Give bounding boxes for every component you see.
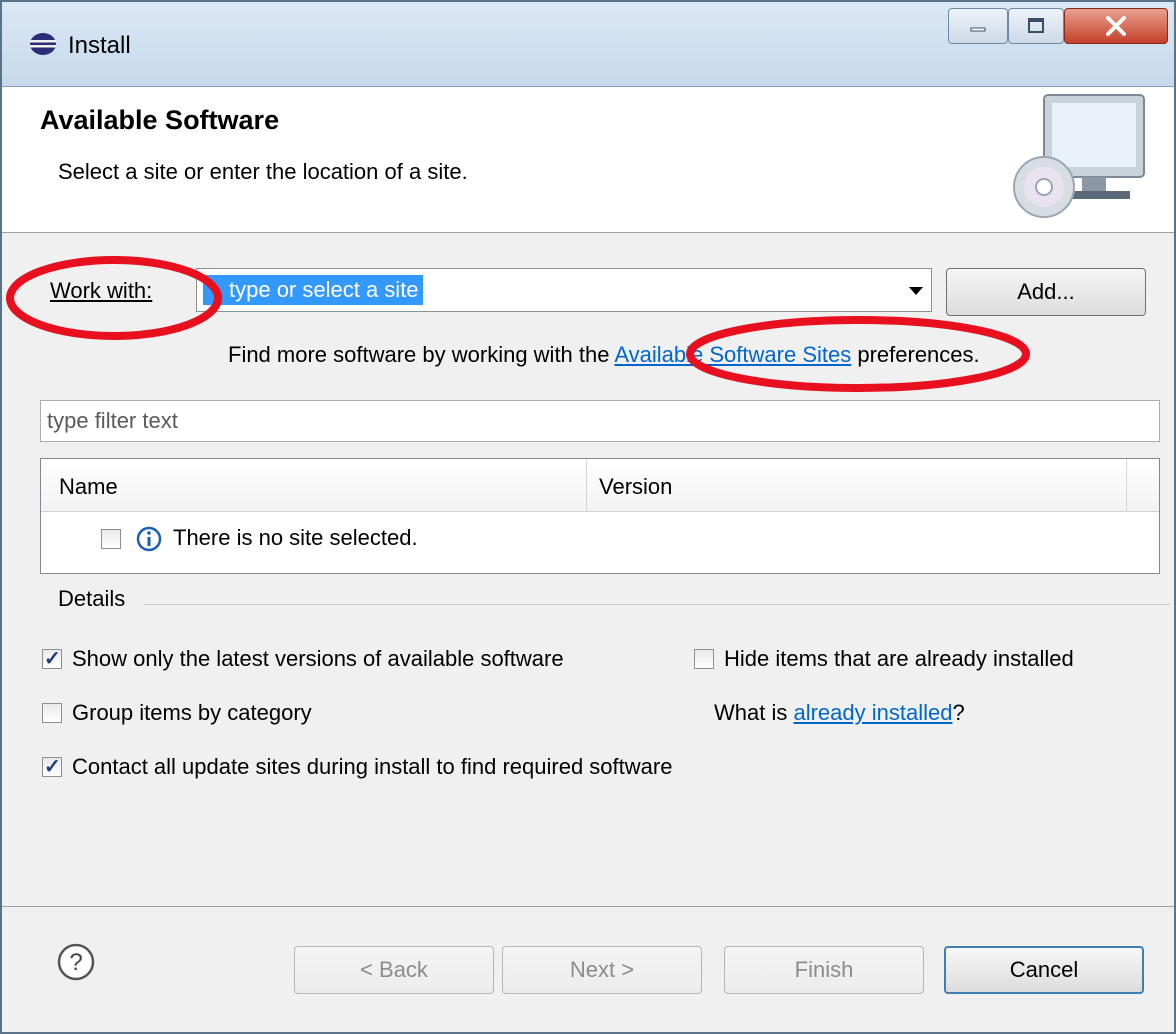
minimize-icon xyxy=(970,27,986,32)
back-button-label: < Back xyxy=(360,957,428,982)
table-row[interactable]: There is no site selected. xyxy=(41,519,1159,559)
minimize-button[interactable] xyxy=(948,8,1008,44)
page-title: Available Software xyxy=(40,105,280,135)
filter-input[interactable]: type filter text xyxy=(40,400,1160,442)
chevron-down-icon[interactable] xyxy=(909,287,923,295)
already-installed-link[interactable]: already installed xyxy=(793,700,952,725)
hide-installed-checkbox[interactable] xyxy=(694,649,714,669)
column-header-version[interactable]: Version xyxy=(587,459,1127,511)
next-button[interactable]: Next > xyxy=(502,946,702,994)
page-description: Select a site or enter the location of a… xyxy=(58,159,468,184)
close-button[interactable] xyxy=(1064,8,1168,44)
next-button-label: Next > xyxy=(569,957,635,982)
available-software-sites-link[interactable]: Available Software Sites xyxy=(614,342,851,367)
hide-installed-label: Hide items that are already installed xyxy=(724,646,1074,671)
row-name: There is no site selected. xyxy=(173,525,418,550)
contact-sites-label: Contact all update sites during install … xyxy=(72,754,673,779)
contact-sites-option[interactable]: Contact all update sites during install … xyxy=(42,754,672,780)
table-header: Name Version xyxy=(41,459,1159,512)
help-icon[interactable]: ? xyxy=(56,942,96,982)
finish-button[interactable]: Finish xyxy=(724,946,924,994)
eclipse-icon xyxy=(30,33,56,55)
what-is-prefix: What is xyxy=(714,700,794,725)
footer-divider xyxy=(2,906,1174,907)
maximize-icon xyxy=(1028,18,1044,33)
title-bar: Install xyxy=(2,2,1174,87)
back-button[interactable]: < Back xyxy=(294,946,494,994)
wizard-header: Available Software Select a site or ente… xyxy=(2,87,1174,233)
add-button[interactable]: Add... xyxy=(946,268,1146,316)
details-divider xyxy=(144,604,1170,605)
find-more-suffix: preferences. xyxy=(851,342,980,367)
cancel-button-label: Cancel xyxy=(1009,957,1079,982)
finish-button-label: Finish xyxy=(794,957,854,982)
find-more-prefix: Find more software by working with the xyxy=(228,342,615,367)
group-by-category-checkbox[interactable] xyxy=(42,703,62,723)
details-group: Details xyxy=(42,586,1172,618)
show-latest-option[interactable]: Show only the latest versions of availab… xyxy=(42,646,564,672)
window-title: Install xyxy=(68,32,131,59)
install-dialog: Install Available Software Select a site… xyxy=(0,0,1176,1034)
work-with-combo-text[interactable]: type or select a site xyxy=(203,275,423,305)
software-table[interactable]: Name Version There is no site selected. xyxy=(40,458,1160,574)
show-latest-checkbox[interactable] xyxy=(42,646,62,671)
work-with-combo[interactable]: type or select a site xyxy=(196,268,932,312)
contact-sites-checkbox[interactable] xyxy=(42,754,62,779)
maximize-button[interactable] xyxy=(1008,8,1064,44)
computer-cd-icon xyxy=(1013,94,1145,218)
details-label: Details xyxy=(58,586,126,611)
hide-installed-option[interactable]: Hide items that are already installed xyxy=(694,646,1074,672)
close-icon xyxy=(1106,16,1126,36)
find-more-text: Find more software by working with the A… xyxy=(228,342,980,368)
column-header-name[interactable]: Name xyxy=(41,459,587,511)
work-with-label: Work with: xyxy=(50,278,153,303)
cancel-button[interactable]: Cancel xyxy=(944,946,1144,994)
row-checkbox[interactable] xyxy=(101,529,121,549)
group-by-category-option[interactable]: Group items by category xyxy=(42,700,312,726)
svg-text:?: ? xyxy=(69,949,82,976)
add-button-label: Add... xyxy=(1017,279,1075,304)
info-icon xyxy=(136,526,162,552)
what-is-installed-text: What is already installed? xyxy=(714,700,965,726)
group-by-category-label: Group items by category xyxy=(72,700,312,725)
what-is-suffix: ? xyxy=(952,700,965,725)
show-latest-label: Show only the latest versions of availab… xyxy=(72,646,564,671)
